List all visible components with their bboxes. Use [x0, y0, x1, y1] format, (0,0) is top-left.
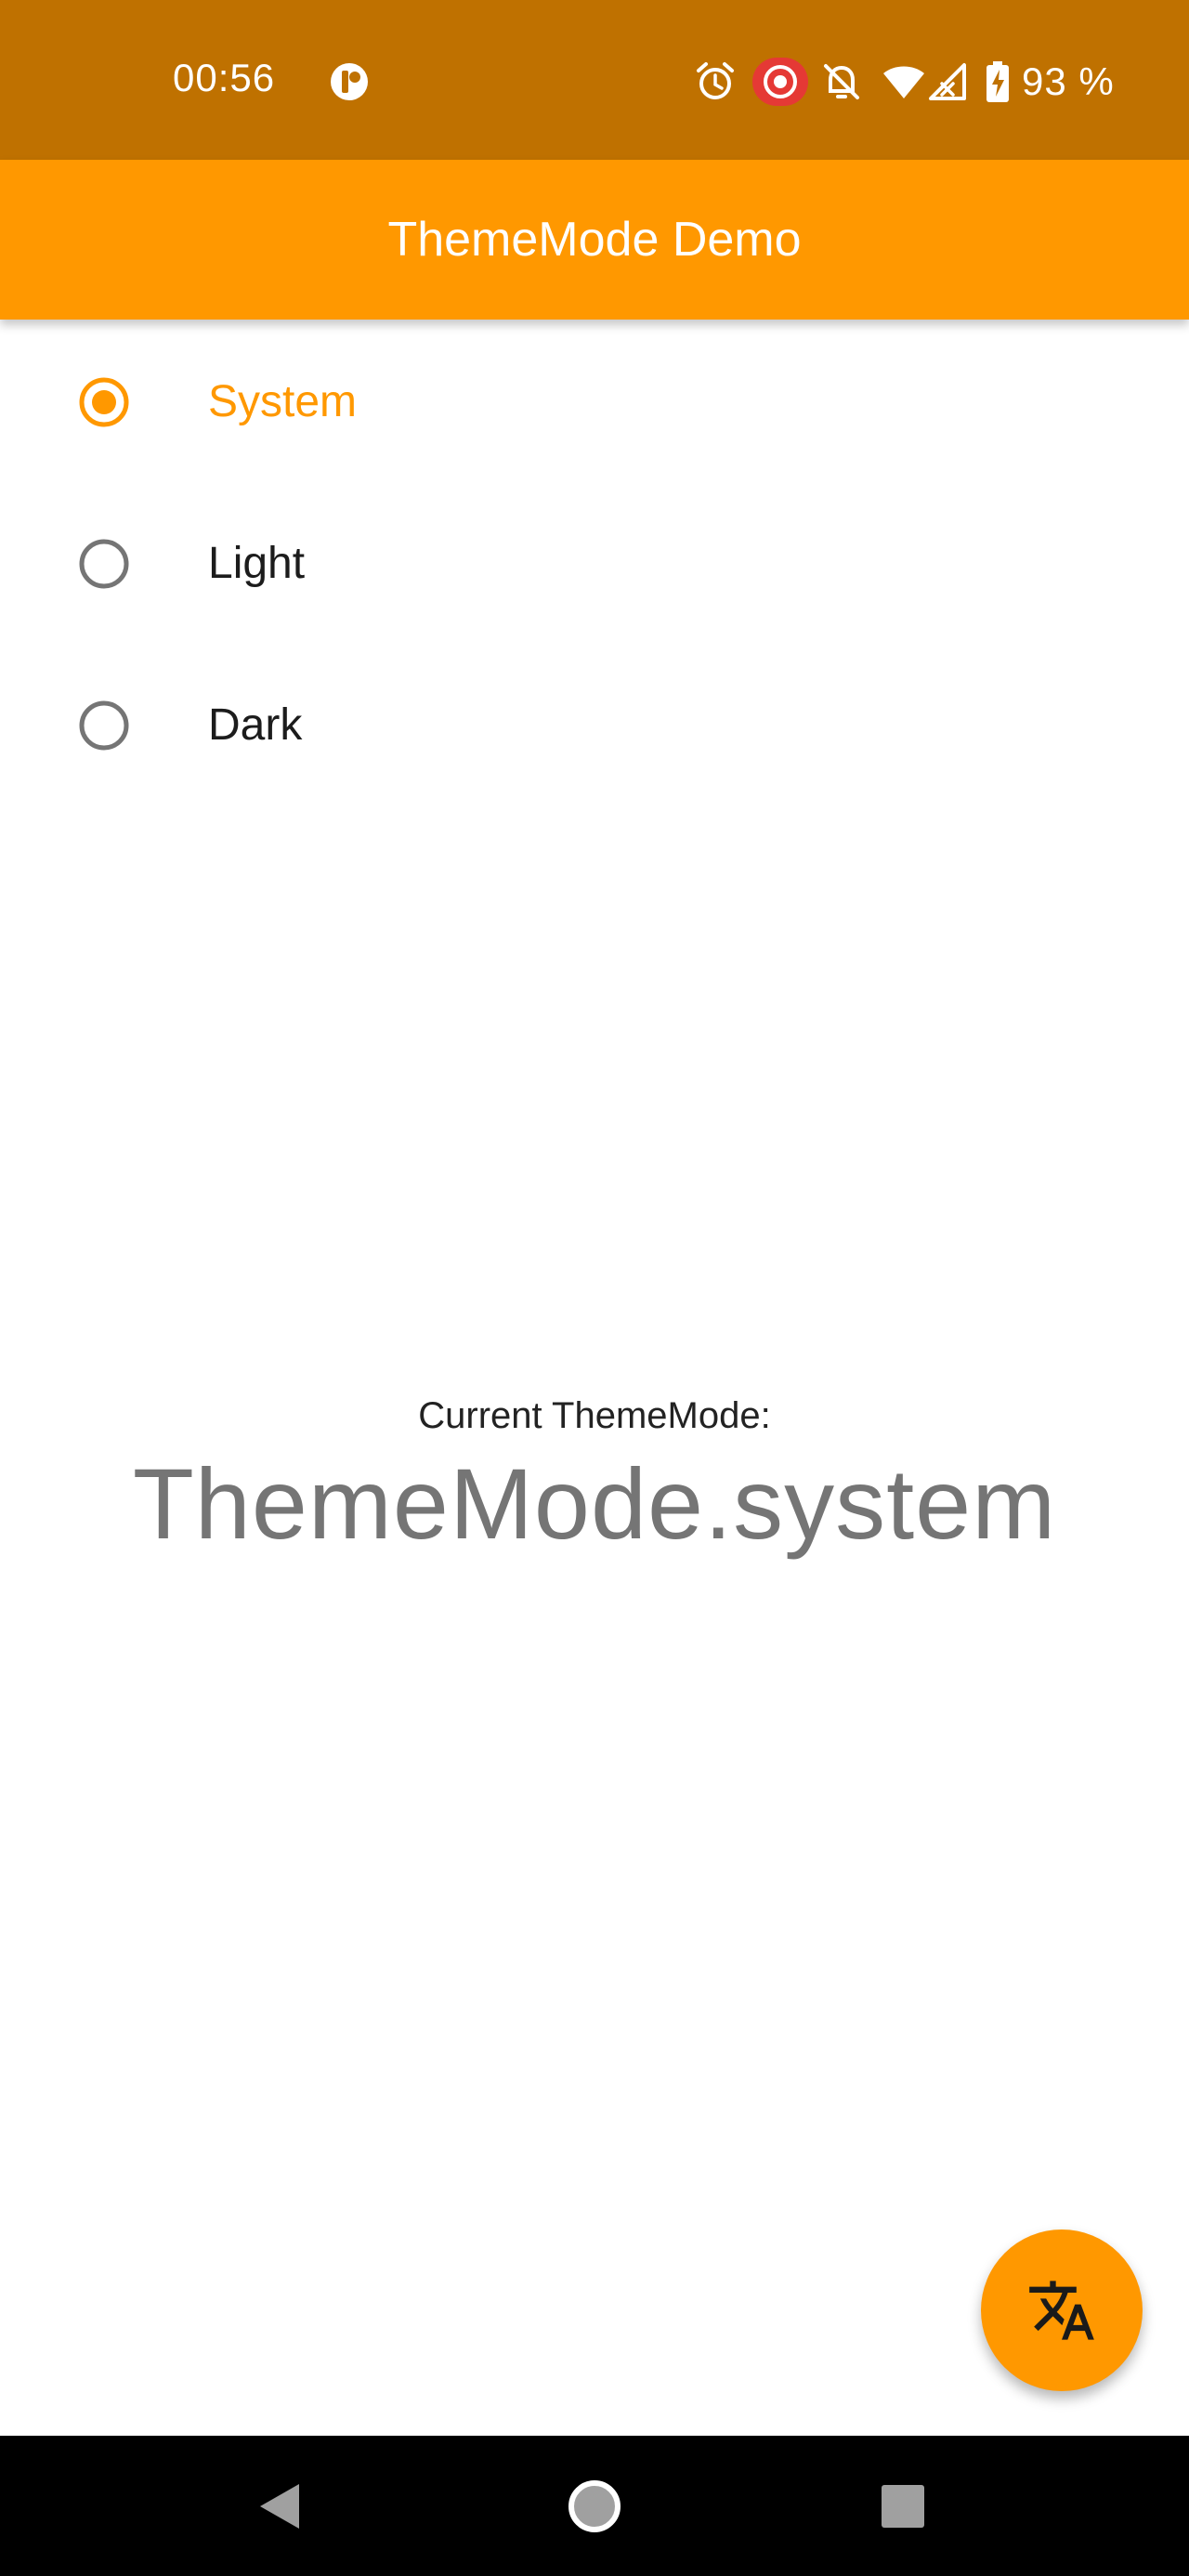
radio-option-light[interactable]: Light [0, 483, 1189, 645]
radio-label: Light [208, 539, 306, 588]
radio-label: Dark [208, 700, 303, 750]
current-mode-caption: Current ThemeMode: [418, 1395, 771, 1436]
app-bar: ThemeMode Demo [0, 160, 1189, 320]
battery-charging-icon [986, 61, 1009, 102]
page-title: ThemeMode Demo [387, 213, 802, 267]
radio-selected-icon[interactable] [78, 376, 130, 428]
app-notification-icon [331, 63, 368, 100]
radio-option-dark[interactable]: Dark [0, 645, 1189, 806]
back-icon[interactable] [243, 2469, 318, 2543]
navigation-bar [0, 2436, 1189, 2576]
radio-option-system[interactable]: System [0, 321, 1189, 483]
home-icon[interactable] [557, 2469, 632, 2543]
translate-icon [1029, 2281, 1094, 2340]
radio-unselected-icon[interactable] [78, 538, 130, 590]
translate-fab-button[interactable] [981, 2229, 1143, 2391]
radio-unselected-icon[interactable] [78, 700, 130, 752]
alarm-icon [697, 62, 734, 99]
signal-icon [929, 63, 966, 100]
wifi-icon [883, 66, 924, 98]
recents-icon[interactable] [866, 2469, 940, 2543]
battery-percent: 93 % [1022, 59, 1115, 103]
radio-label: System [208, 377, 358, 426]
screen-record-icon [752, 58, 808, 106]
status-time: 00:56 [173, 56, 276, 99]
do-not-disturb-icon [824, 64, 859, 99]
status-bar: 00:56 93 % [0, 0, 1189, 160]
current-mode-value: ThemeMode.system [132, 1447, 1057, 1560]
